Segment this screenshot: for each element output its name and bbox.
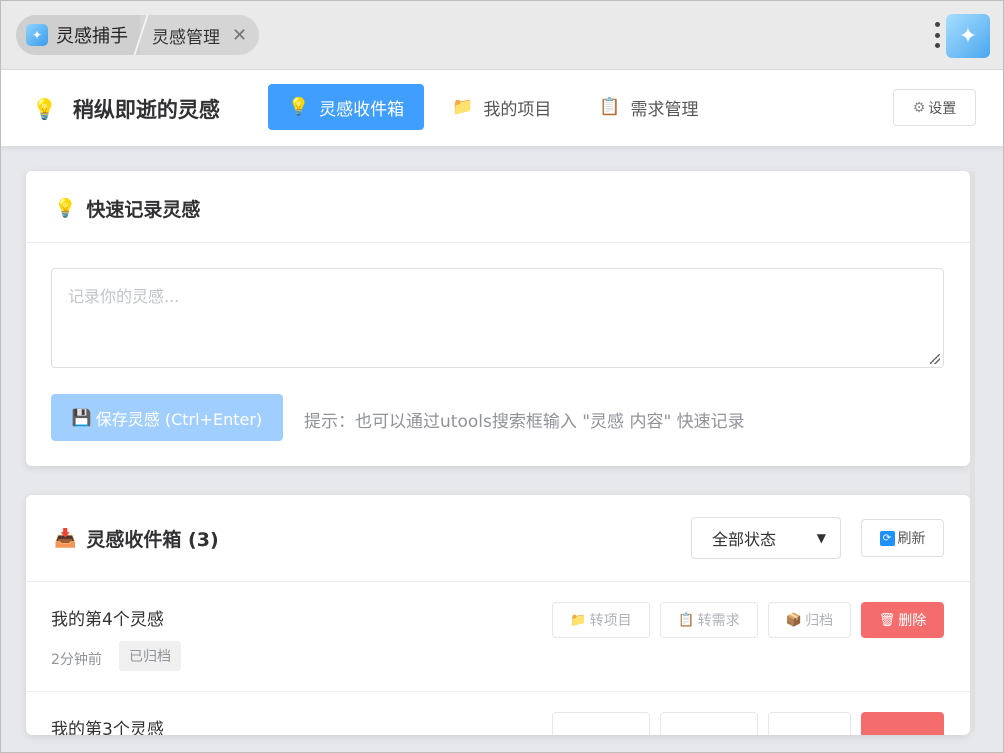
to-project-label: 转项目 [589, 613, 632, 629]
main-nav: 💡 灵感收件箱 📁 我的项目 📋 需求管理 [268, 84, 727, 130]
item-title: 我的第3个灵感 [51, 720, 164, 735]
inbox-title-text: 灵感收件箱 (3) [86, 529, 219, 551]
to-project-button[interactable]: 📁 转项目 [552, 602, 650, 638]
refresh-label: 刷新 [897, 531, 926, 547]
nav-projects[interactable]: 📁 我的项目 [432, 84, 571, 130]
idea-placeholder: 记录你的灵感... [68, 287, 180, 306]
save-idea-label: 保存灵感 (Ctrl+Enter) [95, 409, 263, 429]
inbox-card: 📥 灵感收件箱 (3) 全部状态 ▼ ⟳ 刷新 我的第4个灵感 2分钟前 已归档… [26, 495, 970, 735]
status-filter-select[interactable]: 全部状态 ▼ [691, 517, 841, 559]
package-icon: 📦 [785, 612, 803, 628]
brand: 💡 稍纵即逝的灵感 [32, 94, 220, 124]
inbox-title: 📥 灵感收件箱 (3) [54, 525, 219, 552]
to-project-button[interactable] [552, 712, 650, 735]
item-time: 2分钟前 [51, 652, 102, 668]
close-icon[interactable]: ✕ [232, 25, 247, 46]
nav-requirements-label: 需求管理 [630, 99, 699, 120]
clipboard-icon: 📋 [599, 97, 621, 117]
lightbulb-icon: 💡 [32, 97, 57, 121]
app-tab[interactable]: ✦ 灵感捕手 [16, 15, 140, 55]
chevron-down-icon: ▼ [816, 531, 826, 545]
delete-button[interactable] [861, 712, 944, 735]
to-requirement-button[interactable] [660, 712, 758, 735]
app-logo-icon: ✦ [26, 24, 48, 46]
quick-record-title: 💡 快速记录灵感 [54, 195, 200, 222]
delete-button[interactable]: 🗑 删除 [861, 602, 944, 638]
refresh-icon: ⟳ [879, 530, 895, 546]
clipboard-icon: 📋 [678, 612, 695, 628]
delete-label: 删除 [898, 613, 927, 629]
status-filter-value: 全部状态 [712, 530, 777, 549]
nav-inbox-label: 灵感收件箱 [319, 99, 405, 120]
plugin-logo-icon[interactable]: ✦ [946, 14, 990, 58]
settings-button[interactable]: ⚙ 设置 [893, 89, 976, 126]
scrollbar[interactable] [970, 171, 975, 731]
resize-handle-icon[interactable] [930, 354, 940, 364]
to-requirement-button[interactable]: 📋 转需求 [660, 602, 758, 638]
folder-icon: 📁 [570, 612, 587, 628]
quick-record-title-text: 快速记录灵感 [86, 199, 201, 221]
sub-tab-label: 灵感管理 [152, 27, 220, 48]
refresh-button[interactable]: ⟳ 刷新 [861, 519, 944, 557]
nav-requirements[interactable]: 📋 需求管理 [579, 84, 718, 130]
save-idea-button[interactable]: 💾 保存灵感 (Ctrl+Enter) [51, 394, 283, 441]
floppy-disk-icon: 💾 [71, 408, 92, 427]
archive-button[interactable] [768, 712, 851, 735]
item-title: 我的第4个灵感 [51, 610, 164, 630]
hint-text: 提示：也可以通过utools搜索框输入 "灵感 内容" 快速记录 [304, 412, 745, 432]
more-menu-icon[interactable] [930, 20, 944, 50]
archive-button[interactable]: 📦 归档 [768, 602, 851, 638]
divider [26, 691, 970, 692]
archive-label: 归档 [805, 613, 834, 629]
divider [26, 242, 970, 243]
to-requirement-label: 转需求 [697, 613, 740, 629]
idea-textarea[interactable]: 记录你的灵感... [51, 268, 944, 368]
settings-label: 设置 [928, 100, 957, 117]
brand-title: 稍纵即逝的灵感 [72, 98, 220, 122]
window-titlebar: ✦ 灵感捕手 灵感管理 ✕ ✦ [0, 0, 1004, 70]
inbox-tray-icon: 📥 [54, 528, 77, 549]
app-tab-label: 灵感捕手 [56, 26, 128, 47]
nav-inbox[interactable]: 💡 灵感收件箱 [268, 84, 425, 130]
sub-tab[interactable]: 灵感管理 ✕ [142, 15, 259, 55]
gear-icon: ⚙ [912, 99, 926, 116]
app-tab-group: ✦ 灵感捕手 灵感管理 ✕ [16, 15, 260, 55]
nav-projects-label: 我的项目 [483, 99, 552, 120]
lightbulb-icon: 💡 [54, 198, 77, 219]
app-header: 💡 稍纵即逝的灵感 💡 灵感收件箱 📁 我的项目 📋 需求管理 ⚙ 设置 [0, 70, 1004, 146]
status-badge: 已归档 [119, 641, 181, 671]
folder-icon: 📁 [452, 97, 474, 117]
trash-icon: 🗑 [878, 612, 896, 628]
lightbulb-icon: 💡 [288, 97, 310, 117]
divider [26, 581, 970, 582]
quick-record-card: 💡 快速记录灵感 记录你的灵感... 💾 保存灵感 (Ctrl+Enter) 提… [26, 171, 970, 466]
